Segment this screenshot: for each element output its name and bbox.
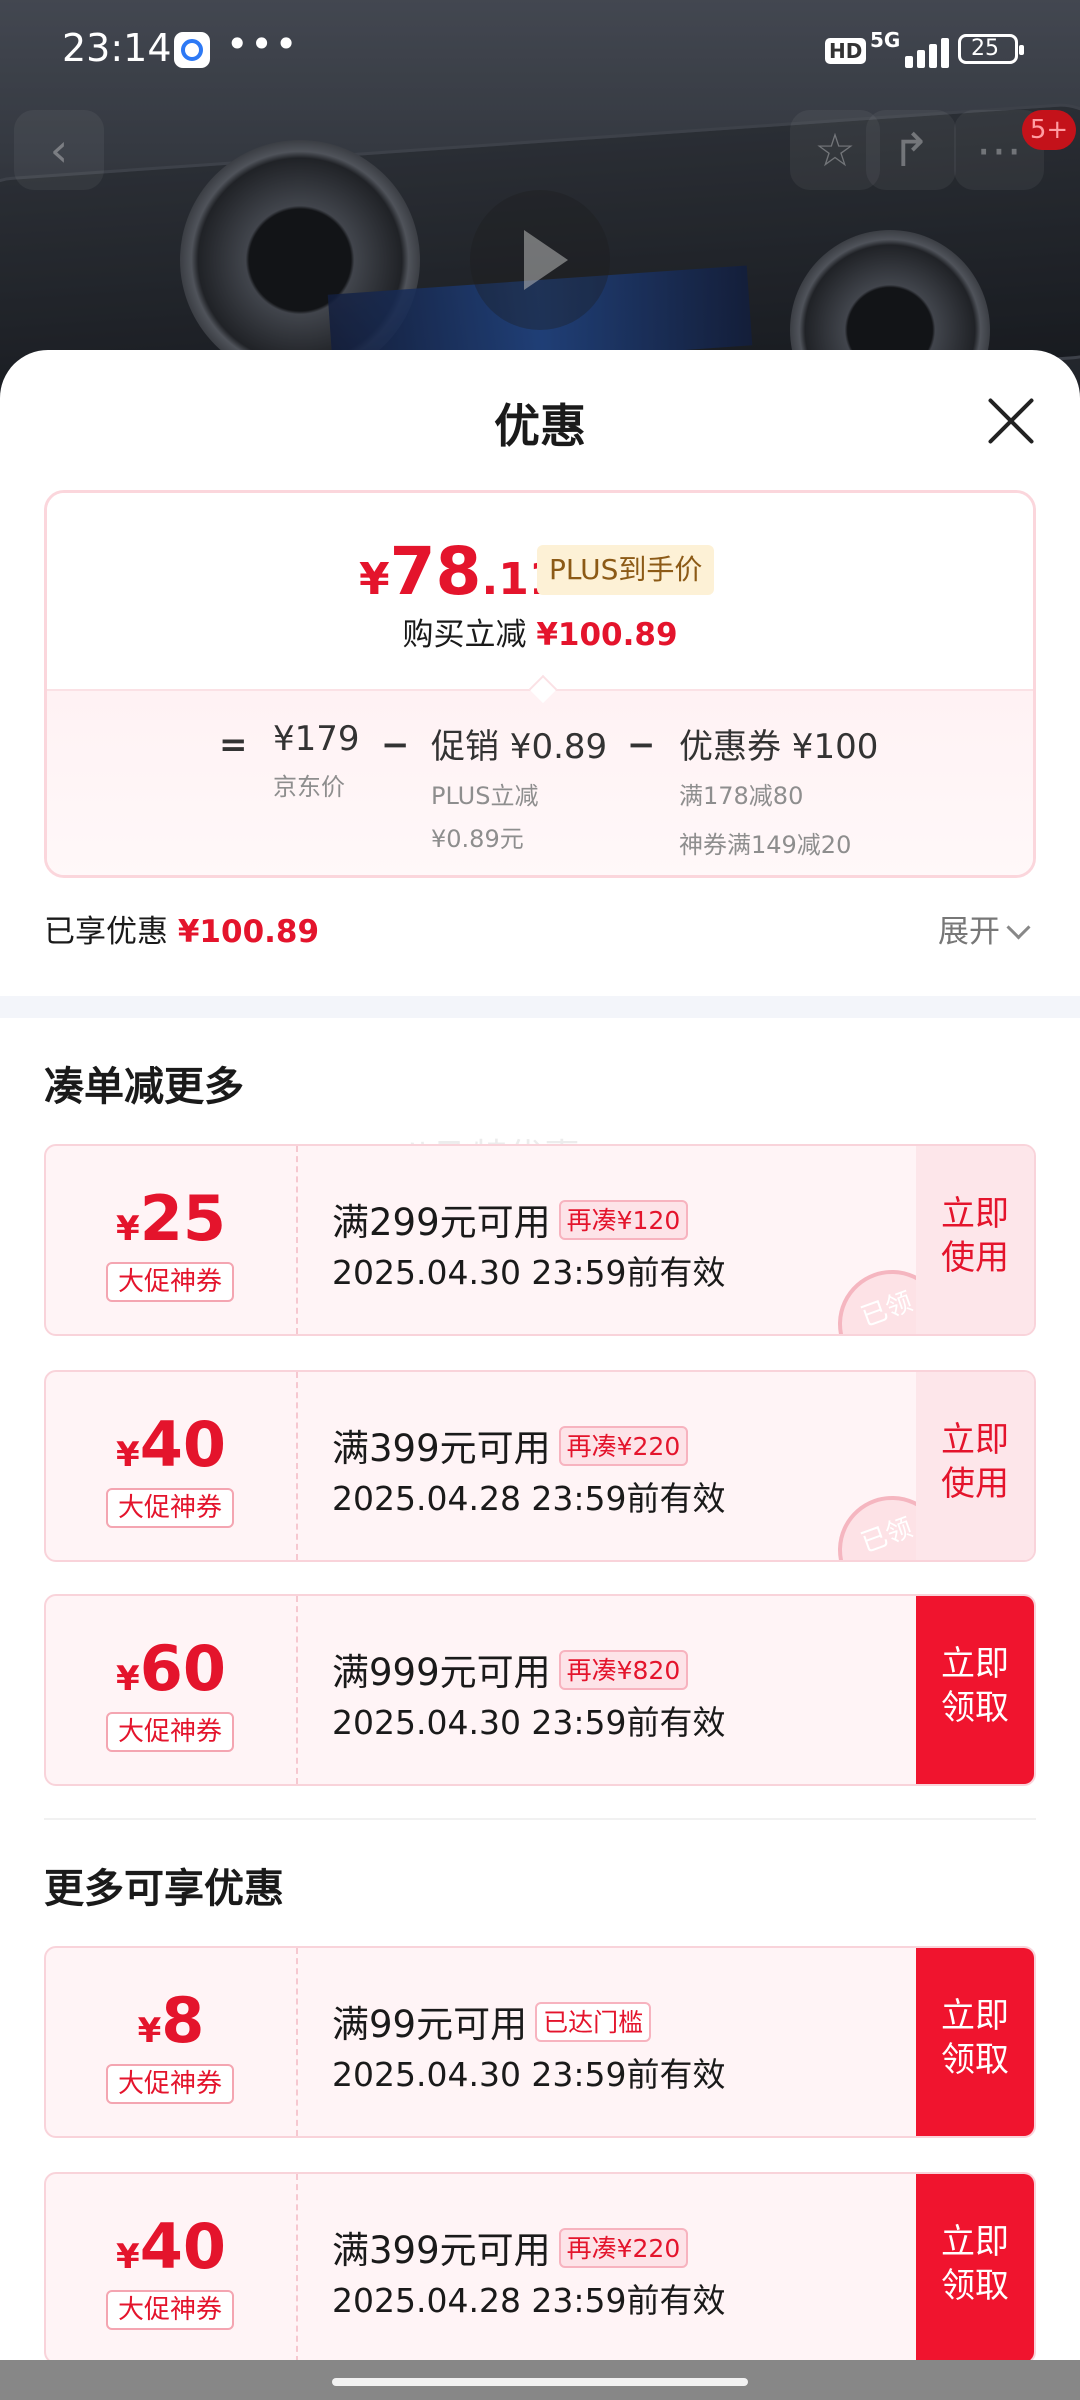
coupon-type-tag: 大促神券 bbox=[106, 1262, 234, 1302]
coupon-expiry: 2025.04.30 23:59前有效 bbox=[332, 1703, 726, 1742]
plus-price-tag: PLUS到手价 bbox=[537, 545, 715, 595]
expand-button[interactable]: 展开 bbox=[938, 906, 1031, 951]
coupon-card: ¥8 大促神券 满99元可用 已达门槛 2025.04.30 23:59前有效 立… bbox=[44, 1946, 1036, 2138]
coupon-condition: 满399元可用 再凑¥220 bbox=[332, 1418, 689, 1472]
chevron-down-icon bbox=[1006, 915, 1031, 940]
section-divider-thin bbox=[44, 1818, 1036, 1820]
gesture-bar bbox=[0, 2360, 1080, 2400]
equals-sign: = bbox=[219, 725, 248, 765]
coupon-amount: ¥60 bbox=[116, 1632, 226, 1705]
coupon-card: ¥40 大促神券 满399元可用 再凑¥220 2025.04.28 23:59前… bbox=[44, 1370, 1036, 1562]
status-bar: 23:14 ••• HD 5G 25 bbox=[0, 0, 1080, 100]
more-notifications-icon: ••• bbox=[226, 22, 300, 66]
coupon-amount: ¥25 bbox=[116, 1182, 226, 1255]
app-notification-icon bbox=[174, 32, 210, 68]
section-title-more-offers: 更多可享优惠 bbox=[44, 1866, 284, 1912]
coupon-type-tag: 大促神券 bbox=[106, 2290, 234, 2330]
status-time: 23:14 bbox=[62, 26, 172, 70]
use-now-button[interactable]: 立即 使用 bbox=[916, 1146, 1034, 1334]
final-price: ¥78.11 bbox=[359, 533, 560, 610]
coupon-type-tag: 大促神券 bbox=[106, 1488, 234, 1528]
coupon-expiry: 2025.04.28 23:59前有效 bbox=[332, 2281, 726, 2320]
coupon-card: ¥60 大促神券 满999元可用 再凑¥820 2025.04.30 23:59前… bbox=[44, 1594, 1036, 1786]
hd-indicator: HD bbox=[825, 38, 867, 64]
coupon-card: ¥25 大促神券 满299元可用 再凑¥120 2025.04.30 23:59前… bbox=[44, 1144, 1036, 1336]
jd-price: ¥179 京东价 bbox=[273, 719, 360, 801]
coupon-amount: ¥40 bbox=[116, 2210, 226, 2283]
coupon-gap-pill: 再凑¥220 bbox=[558, 2228, 689, 2268]
offers-sheet: 优惠 ¥78.11 PLUS到手价 购买立减 ¥100.89 = ¥179 京东… bbox=[0, 350, 1080, 2360]
claim-now-button[interactable]: 立即 领取 bbox=[916, 1948, 1034, 2136]
sheet-title: 优惠 bbox=[494, 399, 586, 453]
coupon-card: ¥40 大促神券 满399元可用 再凑¥220 2025.04.28 23:59前… bbox=[44, 2172, 1036, 2360]
minus-sign: − bbox=[627, 725, 656, 765]
battery-level: 25 bbox=[971, 36, 999, 61]
message-count-badge: 5+ bbox=[1022, 110, 1076, 150]
claim-now-button[interactable]: 立即 领取 bbox=[916, 1596, 1034, 1784]
coupon-amount: ¥8 bbox=[137, 1984, 205, 2057]
coupon-gap-pill: 再凑¥820 bbox=[558, 1650, 689, 1690]
coupon-condition: 满399元可用 再凑¥220 bbox=[332, 2220, 689, 2274]
coupon-discount: 优惠券 ¥100 满178减80 神券满149减20 bbox=[679, 727, 879, 859]
price-card: ¥78.11 PLUS到手价 购买立减 ¥100.89 = ¥179 京东价 −… bbox=[44, 490, 1036, 878]
coupon-gap-pill: 再凑¥120 bbox=[558, 1200, 689, 1240]
coupon-amount: ¥40 bbox=[116, 1408, 226, 1481]
section-divider bbox=[0, 996, 1080, 1018]
share-icon[interactable]: ↱ bbox=[866, 110, 956, 190]
close-icon[interactable] bbox=[986, 396, 1036, 446]
minus-sign: − bbox=[381, 725, 410, 765]
coupon-type-tag: 大促神券 bbox=[106, 1712, 234, 1752]
battery-icon: 25 bbox=[958, 34, 1024, 64]
coupon-condition: 满999元可用 再凑¥820 bbox=[332, 1642, 689, 1696]
section-title-more-items: 凑单减更多 bbox=[44, 1064, 244, 1110]
threshold-met-pill: 已达门槛 bbox=[535, 2002, 652, 2042]
coupon-gap-pill: 再凑¥220 bbox=[558, 1426, 689, 1466]
promo-discount: 促销 ¥0.89 PLUS立减 ¥0.89元 bbox=[431, 727, 608, 853]
home-indicator[interactable] bbox=[332, 2378, 748, 2386]
use-now-button[interactable]: 立即 使用 bbox=[916, 1372, 1034, 1560]
coupon-expiry: 2025.04.30 23:59前有效 bbox=[332, 1253, 726, 1292]
claim-now-button[interactable]: 立即 领取 bbox=[916, 2174, 1034, 2360]
network-indicator: 5G bbox=[870, 28, 901, 52]
instant-reduction: 购买立减 ¥100.89 bbox=[402, 617, 678, 653]
coupon-type-tag: 大促神券 bbox=[106, 2064, 234, 2104]
coupon-expiry: 2025.04.28 23:59前有效 bbox=[332, 1479, 726, 1518]
coupon-condition: 满99元可用 已达门槛 bbox=[332, 1994, 652, 2048]
enjoyed-discount: 已享优惠 ¥100.89 bbox=[44, 914, 320, 950]
product-top-nav: ‹ ☆ ↱ ⋯ bbox=[0, 110, 1080, 190]
coupon-condition: 满299元可用 再凑¥120 bbox=[332, 1192, 689, 1246]
back-icon[interactable]: ‹ bbox=[14, 110, 104, 190]
coupon-expiry: 2025.04.30 23:59前有效 bbox=[332, 2055, 726, 2094]
